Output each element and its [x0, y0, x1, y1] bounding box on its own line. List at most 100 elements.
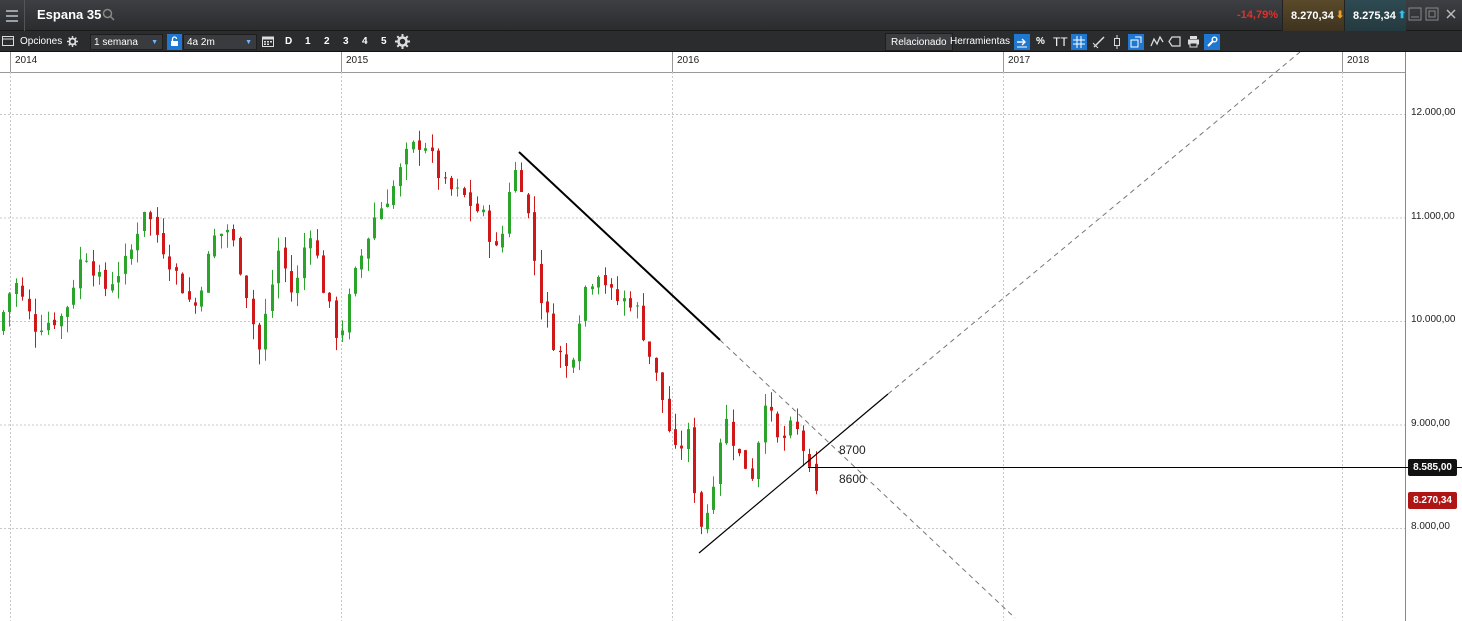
candle-body: [520, 170, 523, 192]
percent-button[interactable]: %: [1036, 34, 1045, 50]
candle-body: [719, 442, 722, 484]
candle-body: [584, 286, 587, 321]
candle-body: [636, 305, 639, 307]
period-button-2[interactable]: 2: [324, 34, 330, 50]
y-axis-label: 10.000,00: [1411, 314, 1456, 325]
candle-body: [629, 298, 632, 308]
candle-body: [47, 322, 50, 331]
candle-body: [15, 283, 18, 294]
y-axis-label: 11.000,00: [1411, 211, 1455, 222]
range-value: 4a 2m: [187, 37, 215, 48]
candle-body: [680, 445, 683, 449]
annotation-8600[interactable]: 8600: [839, 472, 866, 486]
candle-body: [143, 211, 146, 232]
fullscreen-icon[interactable]: [1128, 34, 1144, 50]
interval-select[interactable]: 1 semana ▼: [90, 34, 163, 50]
candle-body: [444, 177, 447, 179]
downtrend-extension[interactable]: [719, 339, 1016, 619]
x-axis-label: 2017: [1008, 55, 1031, 66]
candle-body: [130, 249, 133, 259]
buy-price: 8.275,34: [1353, 9, 1396, 22]
candle-body: [136, 233, 139, 251]
y-axis-label: 9.000,00: [1411, 418, 1450, 429]
interval-value: 1 semana: [94, 37, 138, 48]
candle-body: [271, 284, 274, 311]
chart-panel-icon[interactable]: [2, 35, 14, 47]
tag-icon[interactable]: [1168, 36, 1181, 47]
candle-body: [527, 194, 530, 214]
text-tool-button[interactable]: TT: [1053, 34, 1068, 50]
period-button-d[interactable]: D: [285, 34, 292, 50]
candle-body: [610, 284, 613, 288]
candle-body: [540, 263, 543, 304]
candle-body: [162, 233, 165, 255]
candle-body: [751, 468, 754, 479]
candle-body: [744, 450, 747, 469]
candle-body: [79, 259, 82, 289]
tools-label: Herramientas: [950, 36, 1011, 47]
lock-icon[interactable]: [167, 34, 182, 50]
period-button-1[interactable]: 1: [305, 34, 311, 50]
candle-body: [354, 267, 357, 294]
candle-body: [66, 307, 69, 317]
candle-body: [648, 341, 651, 357]
chart-canvas[interactable]: [0, 52, 1462, 621]
instrument-title[interactable]: Espana 35: [37, 7, 101, 22]
candle-body: [72, 287, 75, 305]
candle-body: [40, 330, 43, 333]
snap-icon[interactable]: [1014, 34, 1030, 50]
chart-toolbar: Opciones 1 semana ▼ 4a 2m ▼ D 1 2 3 4 5 …: [0, 31, 1462, 52]
settings-gear-icon[interactable]: [395, 34, 410, 49]
price-chart[interactable]: 2014 2015 2016 2017 2018 12.000,00 11.00…: [0, 52, 1462, 621]
minimize-icon[interactable]: [1408, 7, 1422, 21]
candle-body: [546, 301, 549, 313]
candle-body: [668, 398, 671, 432]
candle-body: [2, 312, 5, 331]
candle-body: [232, 228, 235, 241]
calendar-icon[interactable]: [262, 35, 274, 47]
wrench-icon[interactable]: [1204, 34, 1220, 50]
candle-body: [687, 429, 690, 450]
candle-body: [552, 313, 555, 350]
candle-body: [616, 289, 619, 301]
candle-body: [674, 429, 677, 445]
candle-body: [757, 442, 760, 480]
candle-body: [348, 294, 351, 333]
candle-body: [213, 235, 216, 257]
options-menu[interactable]: Opciones: [20, 34, 62, 50]
range-select[interactable]: 4a 2m ▼: [183, 34, 257, 50]
sell-price: 8.270,34: [1291, 9, 1334, 22]
candlestick-icon[interactable]: [1112, 35, 1122, 49]
period-button-3[interactable]: 3: [343, 34, 349, 50]
annotation-8700[interactable]: 8700: [839, 443, 866, 457]
downtrend-line[interactable]: [518, 151, 721, 341]
related-button[interactable]: Relacionado: [885, 33, 953, 51]
candle-body: [565, 354, 568, 367]
candle-body: [514, 170, 517, 192]
period-button-5[interactable]: 5: [381, 34, 387, 50]
indicator-icon[interactable]: [1150, 35, 1164, 49]
caret-down-icon: ▼: [151, 39, 158, 46]
grid-icon[interactable]: [1071, 34, 1087, 50]
search-icon[interactable]: [102, 8, 115, 21]
maximize-icon[interactable]: [1425, 7, 1439, 21]
candle-body: [322, 255, 325, 293]
sell-button[interactable]: 8.270,34 ⬇: [1282, 0, 1344, 31]
candle-body: [296, 277, 299, 294]
menu-icon[interactable]: [0, 0, 25, 31]
close-icon[interactable]: [1444, 7, 1458, 21]
candle-body: [303, 247, 306, 279]
buy-button[interactable]: 8.275,34 ⬆: [1344, 0, 1406, 31]
candle-body: [450, 177, 453, 190]
candle-body: [98, 271, 101, 277]
candle-body: [117, 276, 120, 283]
arrow-up-icon: ⬆: [1397, 10, 1407, 21]
draw-line-icon[interactable]: [1092, 35, 1106, 49]
print-icon[interactable]: [1187, 35, 1200, 48]
candle-body: [277, 250, 280, 284]
candle-body: [111, 284, 114, 291]
uptrend-extension[interactable]: [887, 52, 1301, 395]
candle-body: [604, 275, 607, 286]
gear-icon[interactable]: [67, 36, 78, 47]
period-button-4[interactable]: 4: [362, 34, 368, 50]
